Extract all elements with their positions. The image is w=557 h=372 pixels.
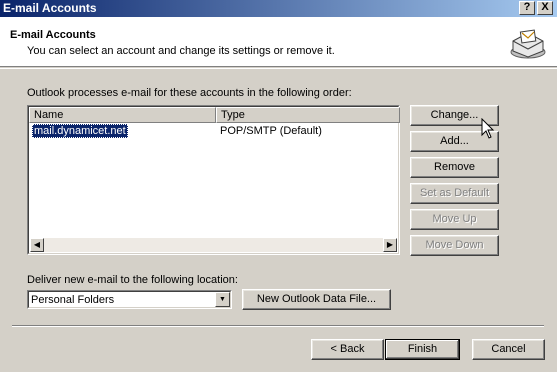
delivery-label: Deliver new e-mail to the following loca…: [27, 274, 238, 286]
help-button[interactable]: ?: [519, 1, 535, 15]
header-title: E-mail Accounts: [10, 29, 96, 41]
wizard-header: E-mail Accounts You can select an accoun…: [0, 17, 557, 67]
account-type-cell: POP/SMTP (Default): [220, 125, 322, 137]
accounts-instruction: Outlook processes e-mail for these accou…: [27, 87, 352, 99]
cancel-button[interactable]: Cancel: [472, 339, 545, 360]
scroll-left-arrow-icon[interactable]: ◀: [30, 238, 44, 252]
remove-button[interactable]: Remove: [410, 157, 499, 178]
back-button[interactable]: < Back: [311, 339, 384, 360]
set-as-default-button[interactable]: Set as Default: [410, 183, 499, 204]
horizontal-scrollbar[interactable]: ◀ ▶: [30, 238, 397, 252]
chevron-down-icon[interactable]: ▼: [215, 292, 230, 307]
mouse-pointer-icon: [481, 118, 495, 139]
delivery-location-value: Personal Folders: [31, 294, 115, 306]
finish-button[interactable]: Finish: [385, 339, 460, 360]
mail-accounts-icon: [510, 29, 546, 59]
header-subtitle: You can select an account and change its…: [27, 45, 335, 57]
email-accounts-dialog: E-mail Accounts ? X E-mail Accounts You …: [0, 0, 557, 372]
scroll-right-arrow-icon[interactable]: ▶: [383, 238, 397, 252]
header-divider: [0, 68, 557, 69]
accounts-list[interactable]: Name Type mail.dynamicet.net POP/SMTP (D…: [27, 105, 400, 255]
move-up-button[interactable]: Move Up: [410, 209, 499, 230]
account-name-cell[interactable]: mail.dynamicet.net: [32, 124, 128, 138]
delivery-location-select[interactable]: Personal Folders ▼: [27, 290, 232, 309]
close-button[interactable]: X: [537, 1, 553, 15]
footer-divider: [12, 325, 544, 327]
new-outlook-data-file-button[interactable]: New Outlook Data File...: [242, 289, 391, 310]
column-header-type[interactable]: Type: [216, 107, 400, 123]
window-title: E-mail Accounts: [3, 1, 97, 15]
title-bar: E-mail Accounts ? X: [0, 0, 557, 17]
move-down-button[interactable]: Move Down: [410, 235, 499, 256]
column-header-name[interactable]: Name: [29, 107, 216, 123]
